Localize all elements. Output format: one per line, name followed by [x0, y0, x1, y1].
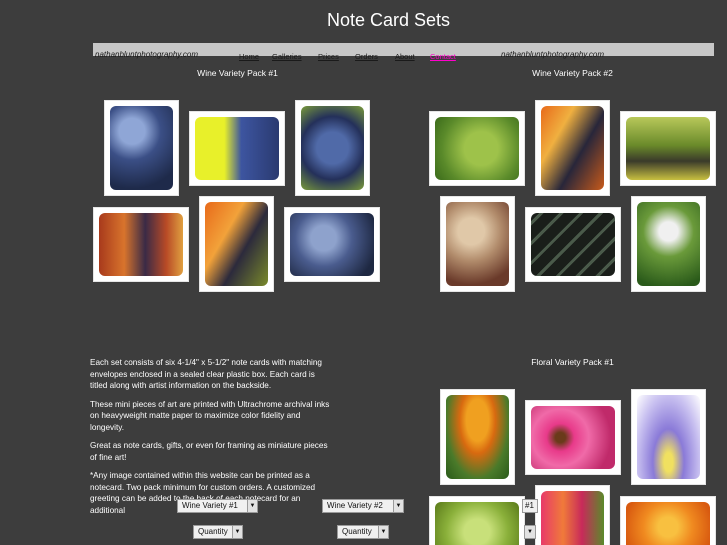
pack-select-floral-1[interactable]: #1: [522, 499, 538, 513]
card-autumn-vines[interactable]: [94, 208, 188, 281]
card-grapes-orange-leaves[interactable]: [200, 197, 273, 291]
card-grape-cluster[interactable]: [296, 101, 369, 195]
nav-prices[interactable]: Prices: [318, 52, 339, 61]
card-green-leaf-hearts[interactable]: [430, 112, 524, 185]
nav-contact[interactable]: Contact: [430, 52, 456, 61]
description-paragraph-1: Each set consists of six 4-1/4" x 5-1/2"…: [90, 358, 322, 390]
photo-grapes-autumn: [541, 106, 604, 190]
card-pink-daisies[interactable]: [526, 401, 620, 474]
photo-wine-corks: [446, 202, 509, 286]
nav-galleries[interactable]: Galleries: [272, 52, 302, 61]
photo-orange-rose: [626, 502, 710, 545]
site-name-left: nathanbluntphotography.com: [95, 50, 199, 59]
card-vineyard-mustard[interactable]: [621, 112, 715, 185]
chevron-down-icon: ▼: [525, 526, 535, 538]
pack-title-wine-1: Wine Variety Pack #1: [197, 68, 278, 78]
photo-blue-grapes: [110, 106, 173, 190]
photo-purple-flower: [637, 395, 700, 479]
photo-autumn-vines: [99, 213, 183, 276]
pack-select-wine-2[interactable]: Wine Variety #2 ▼: [322, 499, 404, 513]
nav-home[interactable]: Home: [239, 52, 259, 61]
photo-grapes-yellow: [195, 117, 279, 180]
card-wine-bottles[interactable]: [526, 208, 620, 281]
photo-green-leaf: [435, 117, 519, 180]
photo-tulip-bunch: [541, 491, 604, 545]
nav-orders[interactable]: Orders: [355, 52, 378, 61]
card-grapes-autumn[interactable]: [536, 101, 609, 195]
card-tulip[interactable]: [441, 390, 514, 484]
pack-select-wine-1-value: Wine Variety #1: [182, 501, 238, 510]
card-grape-blossom[interactable]: [632, 197, 705, 291]
card-grapes-macro[interactable]: [285, 208, 379, 281]
chevron-down-icon: ▼: [378, 526, 388, 538]
photo-green-buds: [435, 502, 519, 545]
photo-grape-blossom: [637, 202, 700, 286]
page-title: Note Card Sets: [326, 10, 451, 30]
photo-grapes-orange-leaves: [205, 202, 268, 286]
card-wine-corks[interactable]: [441, 197, 514, 291]
card-blue-grapes-closeup[interactable]: [105, 101, 178, 195]
photo-vineyard: [626, 117, 710, 180]
site-name-right: nathanbluntphotography.com: [501, 50, 605, 59]
pack-select-wine-1[interactable]: Wine Variety #1 ▼: [177, 499, 258, 513]
pack-select-floral-1-value: #1: [525, 501, 534, 510]
quantity-select-wine-2-value: Quantity: [342, 527, 372, 536]
description-paragraph-2: These mini pieces of art are printed wit…: [90, 399, 330, 432]
quantity-select-wine-1-value: Quantity: [198, 527, 228, 536]
photo-tulip: [446, 395, 509, 479]
pack-title-wine-2: Wine Variety Pack #2: [532, 68, 613, 78]
chevron-down-icon: ▼: [393, 500, 403, 512]
chevron-down-icon: ▼: [247, 500, 257, 512]
quantity-select-floral-1[interactable]: ▼: [524, 525, 536, 539]
pack-select-wine-2-value: Wine Variety #2: [327, 501, 383, 510]
photo-grape-cluster: [301, 106, 364, 190]
card-purple-flower[interactable]: [632, 390, 705, 484]
card-green-buds[interactable]: [430, 497, 524, 545]
photo-pink-daisies: [531, 406, 615, 469]
description-paragraph-3: Great as note cards, gifts, or even for …: [90, 441, 328, 462]
pack-title-floral-1: Floral Variety Pack #1: [531, 357, 614, 367]
photo-grapes-macro: [290, 213, 374, 276]
card-tulip-bunch[interactable]: [536, 486, 609, 545]
quantity-select-wine-1[interactable]: Quantity ▼: [193, 525, 243, 539]
quantity-select-wine-2[interactable]: Quantity ▼: [337, 525, 389, 539]
card-orange-rose[interactable]: [621, 497, 715, 545]
nav-about[interactable]: About: [395, 52, 415, 61]
chevron-down-icon: ▼: [232, 526, 242, 538]
photo-wine-bottles: [531, 213, 615, 276]
card-grapes-yellow[interactable]: [190, 112, 284, 185]
